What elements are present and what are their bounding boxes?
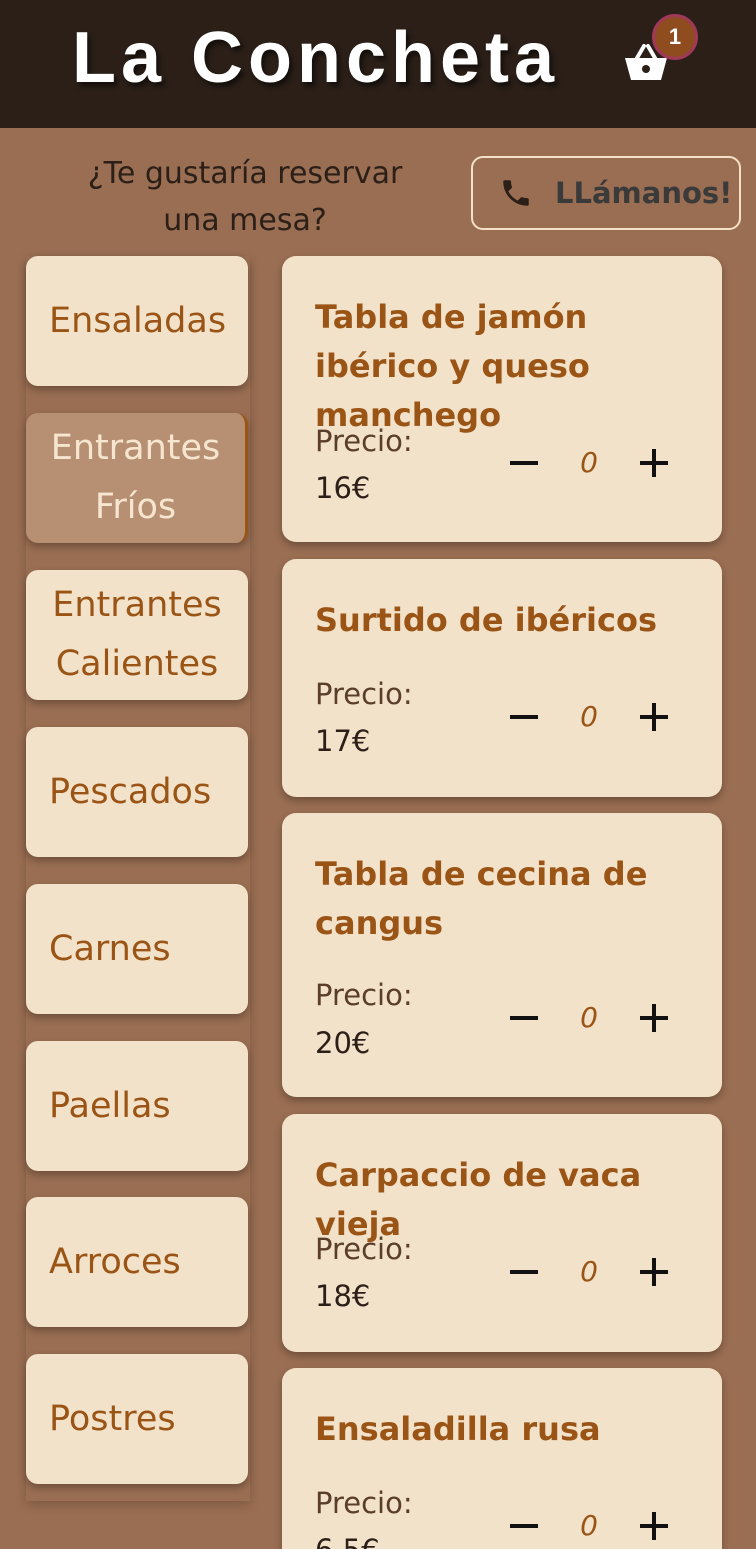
decrease-quantity-button[interactable] [504, 697, 544, 737]
product-card: Tabla de cecina de cangus Precio: 20€ 0 [282, 813, 722, 1097]
category-pescados[interactable]: Pescados [26, 727, 248, 857]
quantity-value: 0 [580, 1001, 598, 1034]
product-title: Tabla de cecina de cangus [315, 855, 648, 942]
price-label: Precio: [315, 677, 413, 711]
call-button-label: LLámanos! [555, 176, 733, 210]
price-label: Precio: [315, 978, 413, 1012]
decrease-quantity-button[interactable] [504, 1506, 544, 1546]
category-label: Entrantes Fríos [50, 428, 221, 527]
category-entrantes-frios[interactable]: Entrantes Fríos [26, 413, 248, 543]
category-label: Ensaladas [49, 300, 227, 341]
product-card: Surtido de ibéricos Precio: 17€ 0 [282, 559, 722, 797]
category-label: Pescados [49, 771, 212, 812]
quantity-value: 0 [580, 700, 598, 733]
quantity-value: 0 [580, 1255, 598, 1288]
price-label: Precio: [315, 424, 413, 458]
price-label: Precio: [315, 1486, 413, 1520]
phone-icon [503, 180, 529, 206]
category-paellas[interactable]: Paellas [26, 1041, 248, 1171]
increase-quantity-button[interactable] [634, 998, 674, 1038]
price-value: 18€ [315, 1279, 371, 1313]
quantity-value: 0 [580, 446, 598, 479]
category-ensaladas[interactable]: Ensaladas [26, 256, 248, 386]
category-carnes[interactable]: Carnes [26, 884, 248, 1014]
product-card: Ensaladilla rusa Precio: 6.5€ 0 [282, 1368, 722, 1549]
increase-quantity-button[interactable] [634, 443, 674, 483]
call-button[interactable]: LLámanos! [471, 156, 741, 230]
product-title: Ensaladilla rusa [315, 1410, 601, 1448]
decrease-quantity-button[interactable] [504, 998, 544, 1038]
category-arroces[interactable]: Arroces [26, 1197, 248, 1327]
decrease-quantity-button[interactable] [504, 1252, 544, 1292]
price-value: 16€ [315, 471, 371, 505]
category-postres[interactable]: Postres [26, 1354, 248, 1484]
category-label: Carnes [49, 928, 171, 969]
decrease-quantity-button[interactable] [504, 443, 544, 483]
product-card: Tabla de jamón ibérico y queso manchego … [282, 256, 722, 542]
category-label: Arroces [49, 1241, 181, 1282]
category-label: Postres [49, 1398, 176, 1439]
price-value: 20€ [315, 1026, 371, 1060]
brand-title[interactable]: La Concheta [72, 22, 559, 94]
product-title: Surtido de ibéricos [315, 601, 657, 639]
category-label: Paellas [49, 1085, 171, 1126]
product-card: Carpaccio de vaca vieja Precio: 18€ 0 [282, 1114, 722, 1352]
cart-count-badge: 1 [652, 14, 698, 60]
reservation-prompt: ¿Te gustaría reservar una mesa? [87, 156, 403, 238]
category-entrantes-calientes[interactable]: Entrantes Calientes [26, 570, 248, 700]
price-value: 6.5€ [315, 1533, 380, 1549]
increase-quantity-button[interactable] [634, 697, 674, 737]
increase-quantity-button[interactable] [634, 1252, 674, 1292]
increase-quantity-button[interactable] [634, 1506, 674, 1546]
price-label: Precio: [315, 1232, 413, 1266]
product-title: Tabla de jamón ibérico y queso manchego [315, 298, 590, 434]
price-value: 17€ [315, 724, 371, 758]
category-label: Entrantes Calientes [52, 585, 222, 684]
quantity-value: 0 [580, 1509, 598, 1542]
